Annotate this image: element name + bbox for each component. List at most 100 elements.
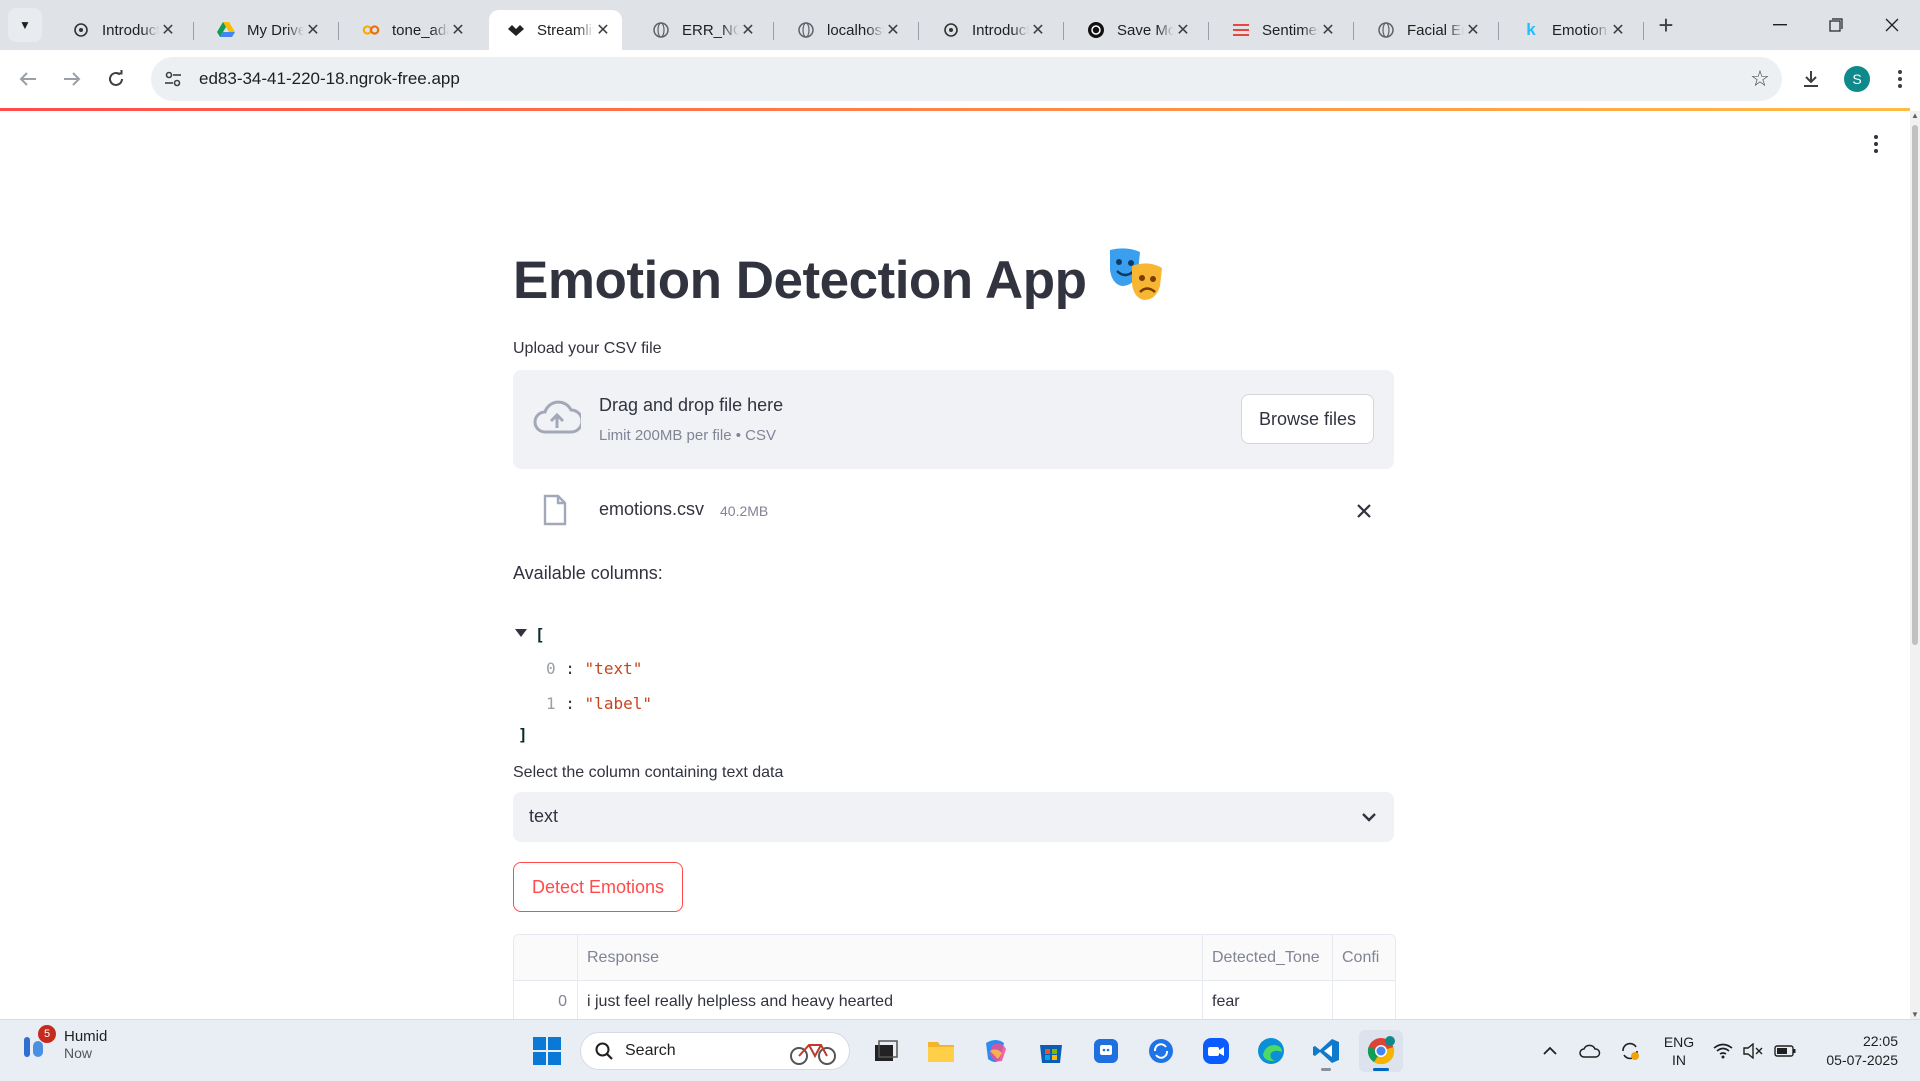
- bookmark-star-icon[interactable]: ☆: [1738, 66, 1782, 92]
- profile-button[interactable]: S: [1834, 66, 1880, 92]
- running-indicator: [1373, 1068, 1389, 1071]
- battery-icon[interactable]: [1768, 1044, 1802, 1057]
- new-tab-button[interactable]: +: [1651, 10, 1681, 41]
- close-tab-icon[interactable]: ✕: [1174, 20, 1192, 40]
- browser-tab[interactable]: Facial Emotion ✕: [1359, 10, 1499, 50]
- sync-status-icon[interactable]: [1610, 1040, 1650, 1062]
- url-text[interactable]: ed83-34-41-220-18.ngrok-free.app: [199, 69, 1738, 89]
- scrollbar-thumb[interactable]: [1912, 125, 1918, 645]
- close-icon: [1357, 504, 1371, 518]
- close-tab-icon[interactable]: ✕: [1029, 20, 1047, 40]
- wifi-icon[interactable]: [1708, 1043, 1738, 1059]
- tone-cell[interactable]: fear: [1203, 980, 1333, 1019]
- scroll-up-arrow-icon[interactable]: ▲: [1910, 111, 1920, 120]
- close-tab-icon[interactable]: ✕: [594, 20, 612, 40]
- table-row[interactable]: 0 i just feel really helpless and heavy …: [514, 980, 1395, 1019]
- detect-emotions-button[interactable]: Detect Emotions: [513, 862, 683, 912]
- browser-tab[interactable]: localhost ✕: [779, 10, 919, 50]
- sync-app-icon[interactable]: [1139, 1030, 1183, 1072]
- close-tab-icon[interactable]: ✕: [449, 20, 467, 40]
- system-clock[interactable]: 22:05 05-07-2025: [1802, 1032, 1920, 1070]
- start-button[interactable]: [525, 1030, 569, 1072]
- reload-button[interactable]: [94, 57, 138, 101]
- json-colon: :: [565, 694, 585, 713]
- browser-tab[interactable]: k Emotion ✕: [1504, 10, 1644, 50]
- window-controls: [1752, 0, 1920, 50]
- volume-muted-icon[interactable]: [1738, 1042, 1768, 1059]
- browser-tab[interactable]: Sentiment ✕: [1214, 10, 1354, 50]
- tab-search-button[interactable]: ▼: [8, 8, 42, 42]
- file-dropzone[interactable]: Drag and drop file here Limit 200MB per …: [513, 370, 1394, 469]
- list-icon: [1232, 21, 1250, 39]
- scroll-down-arrow-icon[interactable]: ▼: [1910, 1010, 1920, 1019]
- collapse-triangle-icon[interactable]: [515, 622, 527, 641]
- microsoft-store-icon[interactable]: [1029, 1030, 1073, 1072]
- close-tab-icon[interactable]: ✕: [1609, 20, 1627, 40]
- json-close-bracket: ]: [518, 725, 528, 744]
- close-tab-icon[interactable]: ✕: [1464, 20, 1482, 40]
- back-button[interactable]: [6, 57, 50, 101]
- chrome-icon[interactable]: [1359, 1030, 1403, 1072]
- uploaded-file-row: emotions.csv 40.2MB: [513, 486, 1394, 536]
- browser-menu-icon[interactable]: [1880, 70, 1920, 88]
- chevron-down-icon: ▼: [19, 18, 31, 32]
- minimize-button[interactable]: [1752, 0, 1808, 50]
- close-tab-icon[interactable]: ✕: [884, 20, 902, 40]
- column-header-index[interactable]: [514, 935, 578, 980]
- browser-tab[interactable]: Introduction ✕: [924, 10, 1064, 50]
- remove-file-button[interactable]: [1356, 497, 1372, 523]
- weather-icon: 5: [20, 1024, 56, 1061]
- close-tab-icon[interactable]: ✕: [739, 20, 757, 40]
- response-cell[interactable]: i just feel really helpless and heavy he…: [578, 980, 1203, 1019]
- tab-title: localhost: [827, 21, 884, 39]
- tab-title: Emotion: [1552, 21, 1608, 39]
- browser-tab[interactable]: ERR_NGROK ✕: [634, 10, 774, 50]
- page-title: Emotion Detection App: [513, 246, 1166, 315]
- taskbar-search[interactable]: Search: [580, 1032, 850, 1070]
- avatar: S: [1844, 66, 1870, 92]
- address-bar[interactable]: ed83-34-41-220-18.ngrok-free.app ☆: [151, 57, 1782, 101]
- json-item: 0 : "text": [546, 659, 642, 678]
- browser-tab[interactable]: Save Model ✕: [1069, 10, 1209, 50]
- close-tab-icon[interactable]: ✕: [304, 20, 322, 40]
- teams-chat-icon[interactable]: [1084, 1030, 1128, 1072]
- close-tab-icon[interactable]: ✕: [1319, 20, 1337, 40]
- downloads-icon[interactable]: [1788, 69, 1834, 89]
- zoom-icon[interactable]: [1194, 1030, 1238, 1072]
- edge-browser-icon[interactable]: [1249, 1030, 1293, 1072]
- file-explorer-icon[interactable]: [919, 1030, 963, 1072]
- text-column-select[interactable]: text: [513, 792, 1394, 842]
- browser-tab-strip: ▼ Introduction ✕ My Drive ✕ tone_adapter…: [0, 0, 1920, 50]
- weather-widget[interactable]: 5 Humid Now: [20, 1024, 107, 1061]
- page-scrollbar[interactable]: ▲ ▼: [1910, 111, 1920, 1019]
- browser-tab-active[interactable]: Streamlit ✕: [489, 10, 622, 50]
- running-indicator: [1321, 1068, 1331, 1071]
- copilot-icon[interactable]: [974, 1030, 1018, 1072]
- column-header-detected-tone[interactable]: Detected_Tone: [1203, 935, 1333, 980]
- browser-tab[interactable]: tone_adapter ✕: [344, 10, 477, 50]
- results-table[interactable]: Response Detected_Tone Confi 0 i just fe…: [513, 934, 1396, 1019]
- vscode-icon[interactable]: [1304, 1030, 1348, 1072]
- language-indicator[interactable]: ENG IN: [1650, 1033, 1708, 1069]
- browser-tab[interactable]: My Drive ✕: [199, 10, 339, 50]
- tab-title: Save Model: [1117, 21, 1174, 39]
- plus-icon: +: [1658, 9, 1674, 40]
- openai-icon: [942, 21, 960, 39]
- confidence-cell[interactable]: [1333, 980, 1395, 1019]
- forward-button[interactable]: [50, 57, 94, 101]
- task-view-icon[interactable]: [864, 1030, 908, 1072]
- system-tray: ENG IN 22:05 05-07-2025: [1530, 1020, 1920, 1081]
- close-window-button[interactable]: [1864, 0, 1920, 50]
- column-header-confidence[interactable]: Confi: [1333, 935, 1395, 980]
- chevron-up-icon[interactable]: [1530, 1046, 1570, 1056]
- column-header-response[interactable]: Response: [578, 935, 1203, 980]
- browse-files-button[interactable]: Browse files: [1241, 394, 1374, 444]
- site-info-icon[interactable]: [151, 71, 195, 87]
- close-tab-icon[interactable]: ✕: [159, 20, 177, 40]
- chevron-down-icon: [1360, 804, 1378, 835]
- app-menu-icon[interactable]: [1866, 135, 1886, 156]
- onedrive-cloud-icon[interactable]: [1570, 1044, 1610, 1058]
- google-drive-icon: [217, 21, 235, 39]
- browser-tab[interactable]: Introduction ✕: [54, 10, 194, 50]
- restore-button[interactable]: [1808, 0, 1864, 50]
